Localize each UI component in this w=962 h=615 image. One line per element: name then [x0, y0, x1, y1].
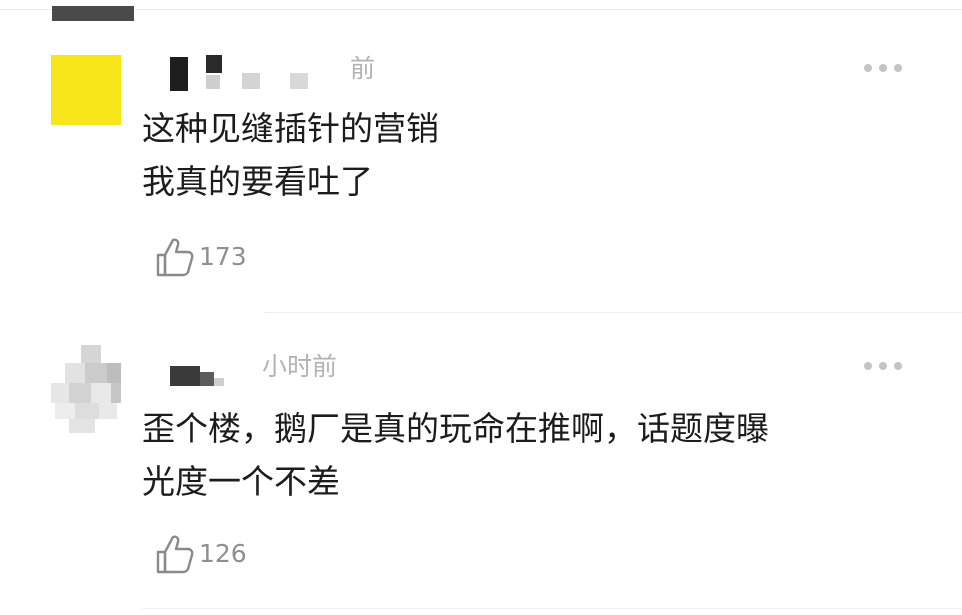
comment-text-line: 这种见缝插针的营销 [142, 109, 439, 148]
more-horizontal-icon [864, 64, 872, 72]
comment-text: 歪个楼，鹅厂是真的玩命在推啊，话题度曝 光度一个不差 [142, 402, 769, 508]
comment-time: 小时前 [262, 352, 338, 381]
like-count: 126 [199, 539, 247, 568]
like-count: 173 [199, 242, 247, 271]
comment-text-line: 我真的要看吐了 [142, 162, 373, 201]
top-divider [0, 9, 962, 10]
thumbs-up-icon [156, 238, 194, 277]
thumbs-up-icon [156, 535, 194, 574]
comment-time: 前 [350, 54, 376, 83]
comment-text: 这种见缝插针的营销 我真的要看吐了 [142, 102, 439, 208]
redacted-block [52, 6, 134, 21]
comment-text-line: 歪个楼，鹅厂是真的玩命在推啊，话题度曝 [142, 409, 769, 448]
username-redacted[interactable] [170, 55, 310, 95]
more-options-button[interactable] [864, 362, 904, 372]
like-button[interactable]: 173 [155, 234, 247, 280]
username-redacted[interactable] [170, 358, 250, 398]
avatar[interactable] [51, 345, 121, 435]
comment-text-line: 光度一个不差 [142, 462, 340, 501]
like-button[interactable]: 126 [155, 531, 247, 577]
comment-divider [142, 608, 962, 609]
avatar[interactable] [51, 55, 121, 125]
more-horizontal-icon [864, 362, 872, 370]
comment-divider [265, 312, 962, 313]
more-options-button[interactable] [864, 64, 904, 74]
